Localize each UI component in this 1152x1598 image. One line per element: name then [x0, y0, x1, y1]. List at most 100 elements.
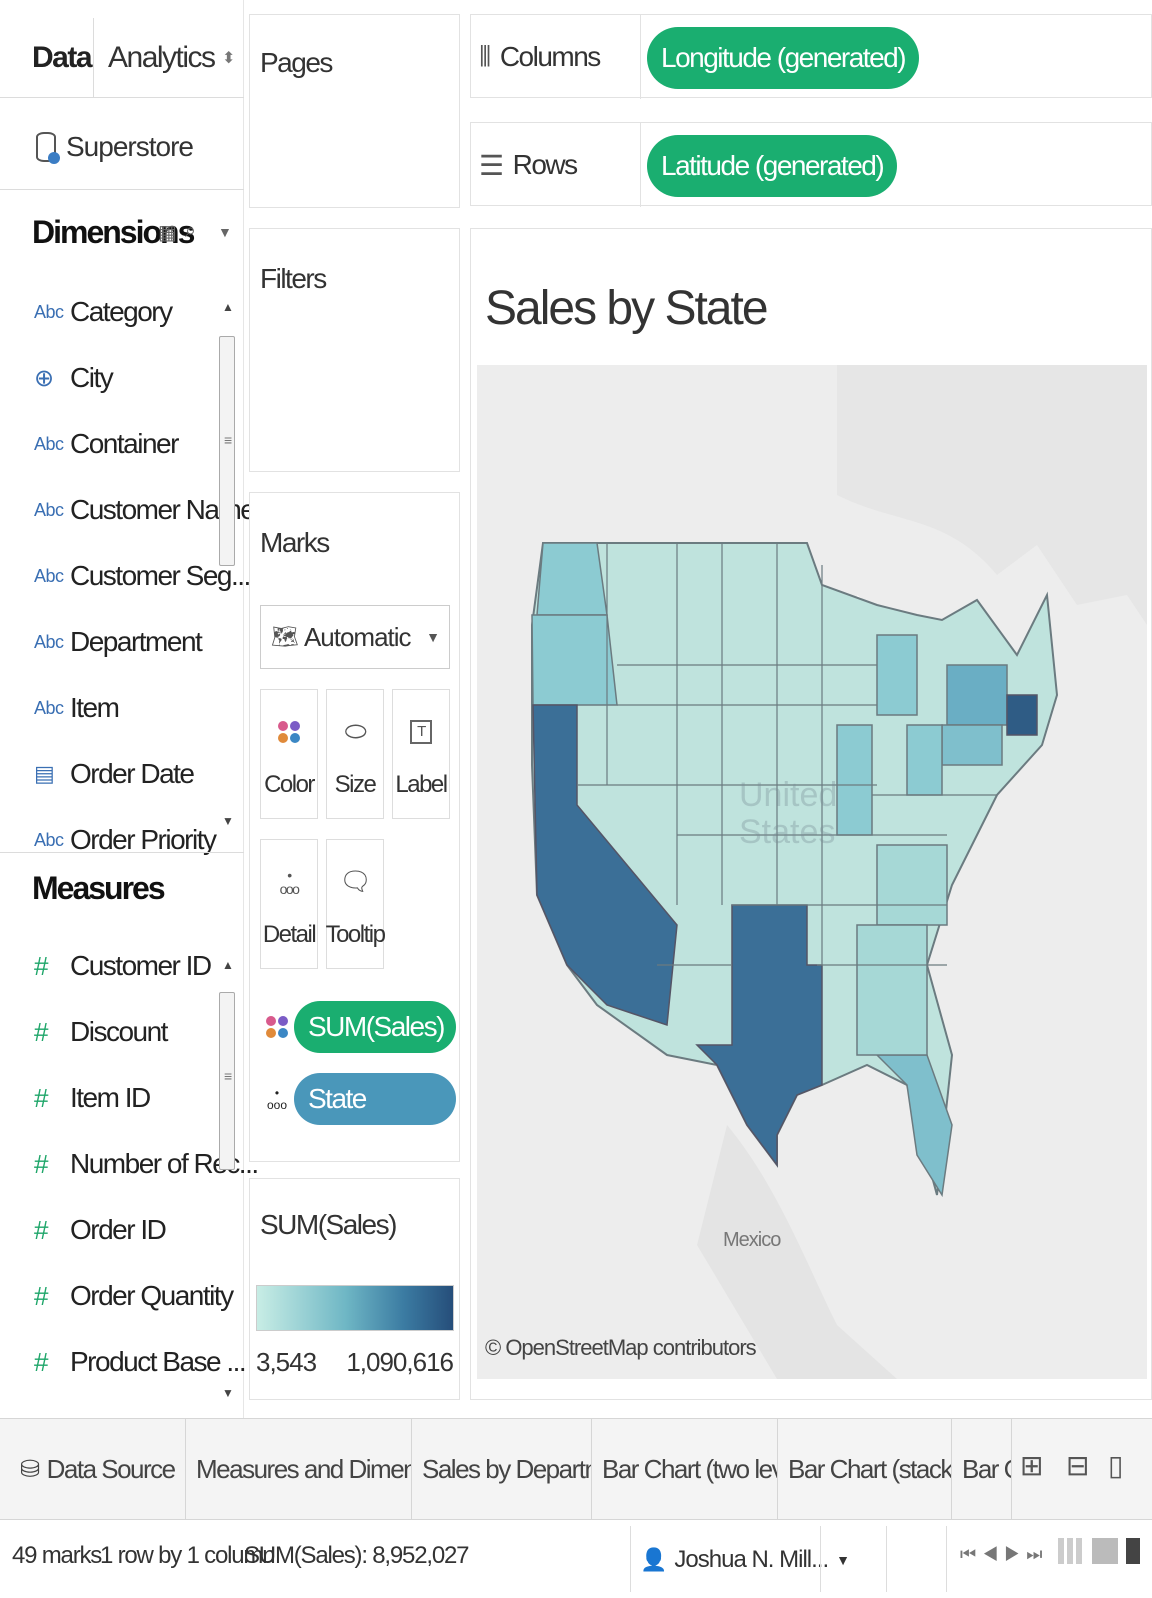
measure-field[interactable]: # Product Base ...	[34, 1342, 247, 1382]
latitude-pill[interactable]: Latitude (generated)	[647, 135, 898, 197]
field-label: Customer ID	[70, 950, 212, 981]
rows-shelf[interactable]: ☰ Rows Latitude (generated)	[470, 122, 1152, 207]
detail-button[interactable]: • ooo Detail	[260, 839, 318, 969]
sales-sum: SUM(Sales): 8,952,027	[244, 1542, 469, 1569]
label-button[interactable]: T Label	[392, 689, 450, 819]
field-label: Discount	[70, 1016, 168, 1047]
tooltip-button[interactable]: 🗨 Tooltip	[326, 839, 386, 969]
pane-toggle-icon[interactable]: ⬍	[222, 18, 235, 98]
scroll-up-icon[interactable]: ▲	[222, 958, 234, 972]
legend-max-value: 1,090,616	[346, 1347, 454, 1377]
chevron-down-icon: ▼	[426, 629, 440, 645]
size-icon: ⬭	[344, 715, 367, 746]
pages-shelf[interactable]: Pages	[249, 14, 460, 208]
tab-measures-dimensions[interactable]: Measures and Dimensions	[186, 1419, 412, 1519]
scroll-down-icon[interactable]: ▼	[222, 814, 234, 828]
tab-bar-chart-two-levels[interactable]: Bar Chart (two levels)	[592, 1419, 778, 1519]
number-type-icon: #	[34, 950, 48, 981]
color-button[interactable]: Color	[260, 689, 318, 819]
field-label: Product Base ...	[70, 1346, 247, 1377]
string-type-icon: Abc	[34, 631, 64, 652]
view-title: Sales by State	[485, 282, 769, 335]
user-icon: 👤	[640, 1547, 667, 1572]
tab-analytics[interactable]: Analytics	[108, 18, 228, 98]
new-story-icon[interactable]: ▯	[1108, 1449, 1123, 1482]
mark-type-dropdown[interactable]: 🗺 Automatic ▼	[260, 605, 450, 669]
dimension-field[interactable]: Abc Customer Seg...	[34, 556, 251, 596]
dimension-field[interactable]: ▤ Order Date	[34, 754, 195, 794]
sheet-tab-bar: ⛁ Data Source Measures and Dimensions Sa…	[0, 1418, 1152, 1520]
rows-label: ☰ Rows	[479, 123, 641, 207]
dimension-field[interactable]: Abc Order Priority	[34, 820, 217, 860]
tabs-view-icon[interactable]	[1126, 1538, 1140, 1564]
dimensions-menu-icon[interactable]: ▼	[218, 224, 232, 240]
longitude-pill[interactable]: Longitude (generated)	[647, 27, 920, 89]
measure-field[interactable]: # Item ID	[34, 1078, 151, 1118]
sheet-navigation[interactable]: ⏮◀▶⏭	[960, 1544, 1049, 1565]
measures-heading: Measures	[32, 870, 166, 906]
dimension-field[interactable]: Abc Item	[34, 688, 120, 728]
tab-sales-by-department[interactable]: Sales by Department	[412, 1419, 592, 1519]
marks-count: 49 marks	[12, 1542, 102, 1569]
datasource-label: Superstore	[66, 130, 194, 162]
detail-pill-row[interactable]: • ooo State	[260, 1073, 456, 1125]
scroll-grip-icon: ≡	[224, 432, 233, 448]
legend-min-value: 3,543	[256, 1347, 317, 1377]
map-mark-icon: 🗺	[271, 624, 299, 649]
new-worksheet-icon[interactable]: ⊞	[1020, 1449, 1043, 1482]
state-pill[interactable]: State	[294, 1073, 456, 1125]
color-icon	[266, 1016, 288, 1038]
number-type-icon: #	[34, 1214, 48, 1245]
sum-sales-pill[interactable]: SUM(Sales)	[294, 1001, 456, 1053]
sales-map[interactable]: United States Mexico © OpenStreetMap con…	[477, 365, 1147, 1379]
measure-field[interactable]: # Order Quantity	[34, 1276, 234, 1316]
new-dashboard-icon[interactable]: ⊟	[1066, 1449, 1089, 1482]
label-button-label: Label	[395, 770, 448, 798]
scroll-down-icon[interactable]: ▼	[222, 1386, 234, 1400]
dimension-field[interactable]: Abc Department	[34, 622, 203, 662]
grid-view-icon[interactable]	[1058, 1538, 1084, 1564]
chevron-down-icon: ▼	[836, 1552, 850, 1568]
label-icon: T	[410, 712, 432, 752]
tab-data-source[interactable]: ⛁ Data Source	[0, 1419, 186, 1519]
map-canvas[interactable]	[477, 365, 1147, 1379]
legend-color-ramp	[256, 1285, 454, 1331]
field-label: Container	[70, 428, 179, 459]
list-view-icon[interactable]: ▦	[158, 220, 177, 245]
number-type-icon: #	[34, 1148, 48, 1179]
map-attribution: © OpenStreetMap contributors	[485, 1335, 757, 1360]
pages-title: Pages	[260, 47, 333, 78]
filmstrip-view-icon[interactable]	[1092, 1538, 1118, 1564]
size-button[interactable]: ⬭ Size	[326, 689, 384, 819]
globe-icon: ⊕	[34, 364, 54, 392]
dimensions-scrollbar[interactable]	[219, 336, 235, 566]
columns-icon: ⦀	[479, 40, 491, 72]
dimension-field[interactable]: ⊕ City	[34, 358, 114, 398]
tab-bar-chart-truncated[interactable]: Bar C	[952, 1419, 1012, 1519]
marks-title: Marks	[260, 527, 330, 558]
measure-field[interactable]: # Discount	[34, 1012, 168, 1052]
scroll-up-icon[interactable]: ▲	[222, 300, 234, 314]
measure-field[interactable]: # Customer ID	[34, 946, 212, 986]
detail-button-label: Detail	[262, 920, 317, 948]
view-mode-buttons[interactable]	[1058, 1538, 1140, 1564]
dimension-field[interactable]: Abc Container	[34, 424, 179, 464]
color-legend[interactable]: SUM(Sales) 3,543 1,090,616	[249, 1178, 460, 1400]
color-pill-row[interactable]: SUM(Sales)	[260, 1001, 456, 1053]
tab-data[interactable]: Data	[14, 18, 94, 98]
color-icon	[278, 720, 300, 743]
user-menu[interactable]: 👤 Joshua N. Mill... ▼	[640, 1532, 850, 1588]
search-icon[interactable]: ⌕	[185, 220, 196, 245]
dimension-field[interactable]: Abc Category	[34, 292, 173, 332]
filters-shelf[interactable]: Filters	[249, 228, 460, 472]
field-label: Department	[70, 626, 203, 657]
measure-field[interactable]: # Order ID	[34, 1210, 167, 1250]
datasource-item[interactable]: Superstore	[0, 104, 244, 190]
columns-shelf[interactable]: ⦀ Columns Longitude (generated)	[470, 14, 1152, 99]
calendar-icon: ▤	[34, 761, 55, 786]
field-label: Order Quantity	[70, 1280, 234, 1311]
filters-title: Filters	[260, 263, 327, 294]
field-label: Category	[70, 296, 173, 327]
dimension-tools: ▦ ⌕	[158, 220, 196, 245]
tab-bar-chart-stacked[interactable]: Bar Chart (stacked)	[778, 1419, 952, 1519]
